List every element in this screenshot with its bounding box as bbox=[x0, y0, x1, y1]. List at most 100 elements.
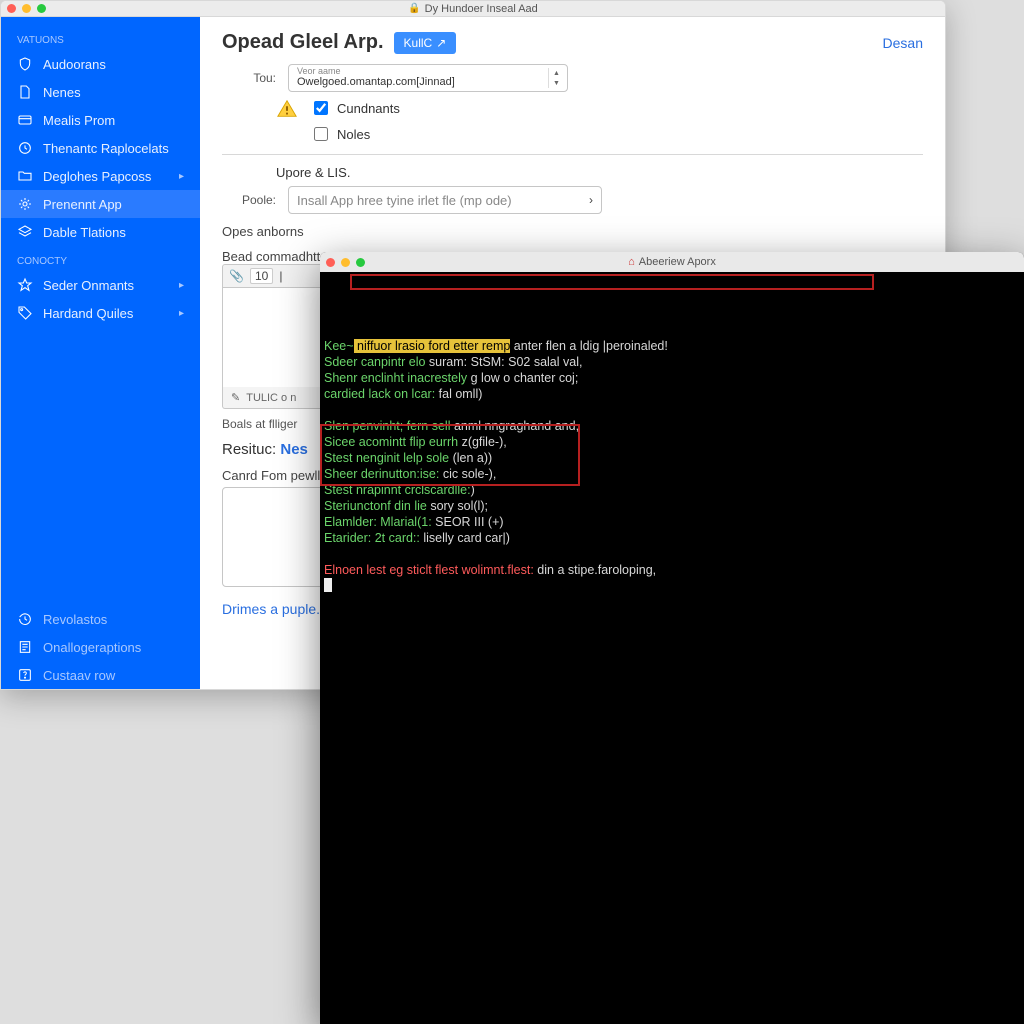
poole-combobox[interactable]: Insall App hree tyine irlet fle (mp ode)… bbox=[288, 186, 602, 214]
select-caption: Veor aame bbox=[297, 67, 541, 76]
cursor-icon bbox=[324, 578, 332, 592]
attach-icon[interactable]: 📎 bbox=[229, 269, 244, 283]
top-action-link[interactable]: Desan bbox=[883, 35, 923, 51]
page-title: Opead Gleel Arp. bbox=[222, 31, 384, 54]
terminal-titlebar[interactable]: ⌂ Abeeriew Aporx bbox=[320, 252, 1024, 272]
terminal-line: Sheer derinutton:ise: cic sole-), bbox=[320, 466, 1024, 482]
toolbar-sep: | bbox=[279, 269, 282, 283]
checkbox-cundnants[interactable]: Cundnants bbox=[310, 98, 400, 118]
sidebar-item-label: Prenennt App bbox=[43, 197, 122, 212]
sidebar-item-label: Seder Onmants bbox=[43, 278, 134, 293]
sidebar-item[interactable]: Revolastos bbox=[1, 605, 200, 633]
badge-label: KullC bbox=[404, 36, 433, 50]
sidebar-item[interactable]: Deglohes Papcoss ▸ bbox=[1, 162, 200, 190]
checkbox-input[interactable] bbox=[314, 101, 328, 115]
window-title: 🔒 Dy Hundoer Inseal Aad bbox=[1, 3, 945, 15]
sidebar-item-label: Dable Tlations bbox=[43, 225, 126, 240]
chevron-right-icon: › bbox=[589, 193, 593, 207]
folder-icon bbox=[17, 168, 33, 184]
home-icon: ⌂ bbox=[628, 256, 635, 268]
gear-icon bbox=[17, 196, 33, 212]
highlight-box bbox=[350, 274, 874, 290]
terminal-line bbox=[320, 578, 1024, 594]
tag-icon bbox=[17, 305, 33, 321]
card-icon bbox=[17, 112, 33, 128]
sidebar-item[interactable]: Seder Onmants ▸ bbox=[1, 271, 200, 299]
editor-footer-text: TULIC o n bbox=[246, 392, 296, 404]
sidebar-item-label: Custaav row bbox=[43, 668, 115, 683]
select-value: Owelgoed.omantap.com[Jinnad] bbox=[297, 76, 541, 88]
terminal-line: Shenr enclinht inacrestely g low o chant… bbox=[320, 370, 1024, 386]
stepper-icon[interactable]: ▲▼ bbox=[548, 68, 564, 88]
terminal-body[interactable]: Kee~ niffuor lrasio ford etter remp ante… bbox=[320, 272, 1024, 1024]
terminal-window: ⌂ Abeeriew Aporx Kee~ niffuor lrasio for… bbox=[320, 252, 1024, 1024]
result-label: Resituc: bbox=[222, 441, 276, 458]
clock-icon bbox=[17, 140, 33, 156]
result-value: Nes bbox=[280, 441, 308, 458]
window-title-text: Dy Hundoer Inseal Aad bbox=[425, 3, 538, 15]
sidebar-item[interactable]: Mealis Prom bbox=[1, 106, 200, 134]
terminal-title-text: Abeeriew Aporx bbox=[639, 256, 716, 268]
file-icon bbox=[17, 84, 33, 100]
terminal-line: Kee~ niffuor lrasio ford etter remp ante… bbox=[320, 338, 1024, 354]
terminal-title: ⌂ Abeeriew Aporx bbox=[320, 256, 1024, 268]
sidebar-item[interactable]: Nenes bbox=[1, 78, 200, 106]
sidebar-item-label: Audoorans bbox=[43, 57, 106, 72]
chevron-right-icon: ▸ bbox=[179, 308, 184, 319]
shield-icon bbox=[17, 56, 33, 72]
sidebar-item-label: Revolastos bbox=[43, 612, 107, 627]
chevron-right-icon: ▸ bbox=[179, 171, 184, 182]
sidebar-item[interactable]: Dable Tlations bbox=[1, 218, 200, 246]
terminal-line: Etarider: 2t card:: liselly card car|) bbox=[320, 530, 1024, 546]
terminal-line: Slen penvinht; fern sell anml nngraghand… bbox=[320, 418, 1024, 434]
terminal-line bbox=[320, 402, 1024, 418]
opes-heading: Opes anborns bbox=[222, 224, 923, 239]
lock-icon: 🔒 bbox=[408, 3, 420, 14]
sidebar: VATUONS Audoorans Nenes Mealis Prom Thenant… bbox=[1, 17, 200, 689]
sidebar-item-label: Onallogeraptions bbox=[43, 640, 141, 655]
poole-label: Poole: bbox=[222, 193, 276, 207]
account-select[interactable]: Veor aame Owelgoed.omantap.com[Jinnad] ▲… bbox=[288, 64, 568, 92]
terminal-line: cardied lack on lcar: fal omll) bbox=[320, 386, 1024, 402]
sidebar-item[interactable]: Onallogeraptions bbox=[1, 633, 200, 661]
pencil-icon[interactable]: ✎ bbox=[231, 391, 240, 404]
sidebar-item[interactable]: Audoorans bbox=[1, 50, 200, 78]
terminal-line: Sicee acomintt flip eurrh z(gfile-), bbox=[320, 434, 1024, 450]
layers-icon bbox=[17, 224, 33, 240]
terminal-line: Stest nrapinnt crclscardlle:) bbox=[320, 482, 1024, 498]
titlebar[interactable]: 🔒 Dy Hundoer Inseal Aad bbox=[1, 1, 945, 17]
sidebar-item-label: Nenes bbox=[43, 85, 81, 100]
help-icon bbox=[17, 667, 33, 683]
checkbox-label: Cundnants bbox=[337, 101, 400, 116]
sidebar-item-label: Mealis Prom bbox=[43, 113, 115, 128]
sidebar-item[interactable]: Prenennt App bbox=[1, 190, 200, 218]
sidebar-item[interactable]: Custaav row bbox=[1, 661, 200, 689]
terminal-line: Elnoen lest eg sticlt flest wolimnt.fles… bbox=[320, 562, 1024, 578]
terminal-line bbox=[320, 546, 1024, 562]
sidebar-item-label: Deglohes Papcoss bbox=[43, 169, 151, 184]
chevron-right-icon: ▸ bbox=[179, 280, 184, 291]
sidebar-item-label: Thenantc Raplocelats bbox=[43, 141, 169, 156]
warning-icon bbox=[276, 98, 298, 120]
status-badge[interactable]: KullC ↗ bbox=[394, 32, 457, 54]
checkbox-noles[interactable]: Noles bbox=[310, 124, 400, 144]
combo-placeholder: Insall App hree tyine irlet fle (mp ode) bbox=[297, 193, 512, 208]
section-subtitle: Upore & LIS. bbox=[276, 165, 923, 180]
checkbox-input[interactable] bbox=[314, 127, 328, 141]
sidebar-item-label: Hardand Quiles bbox=[43, 306, 133, 321]
sidebar-section-label: Conocty bbox=[1, 246, 200, 271]
terminal-line: Stest nenginit lelp sole (len a)) bbox=[320, 450, 1024, 466]
divider bbox=[222, 154, 923, 155]
terminal-line: Sdeer canpintr elo suram: StSM: S02 sala… bbox=[320, 354, 1024, 370]
sidebar-item[interactable]: Thenantc Raplocelats bbox=[1, 134, 200, 162]
sidebar-section-label: VATUONS bbox=[1, 25, 200, 50]
toolbar-number[interactable]: 10 bbox=[250, 268, 273, 284]
checkbox-label: Noles bbox=[337, 127, 370, 142]
star-icon bbox=[17, 277, 33, 293]
to-label: Tou: bbox=[222, 71, 276, 85]
docs-icon bbox=[17, 639, 33, 655]
history-icon bbox=[17, 611, 33, 627]
terminal-line: Elamlder: Mlarial(1: SEOR III (+) bbox=[320, 514, 1024, 530]
external-icon: ↗ bbox=[436, 36, 446, 50]
sidebar-item[interactable]: Hardand Quiles ▸ bbox=[1, 299, 200, 327]
